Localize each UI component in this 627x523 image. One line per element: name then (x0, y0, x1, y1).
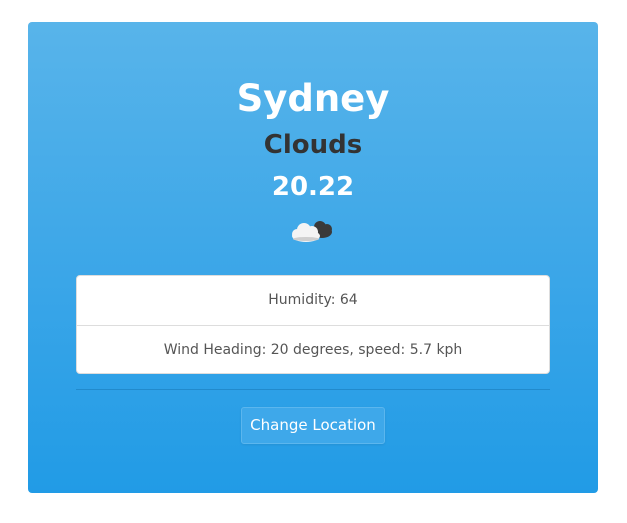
humidity-item: Humidity: 64 (268, 292, 358, 308)
wind-item: Wind Heading: 20 degrees, speed: 5.7 kph (77, 325, 549, 375)
divider (76, 389, 550, 390)
weather-card: Sydney Clouds 20.22 Humidity: 64 Wind He… (28, 22, 598, 493)
city-name: Sydney (236, 77, 390, 120)
cloud-icon (292, 221, 332, 242)
weather-condition: Clouds (263, 130, 363, 160)
change-location-button[interactable]: Change Location (241, 407, 385, 444)
weather-details-list: Humidity: 64 Wind Heading: 20 degrees, s… (76, 275, 550, 374)
temperature-value: 20.22 (271, 172, 355, 202)
